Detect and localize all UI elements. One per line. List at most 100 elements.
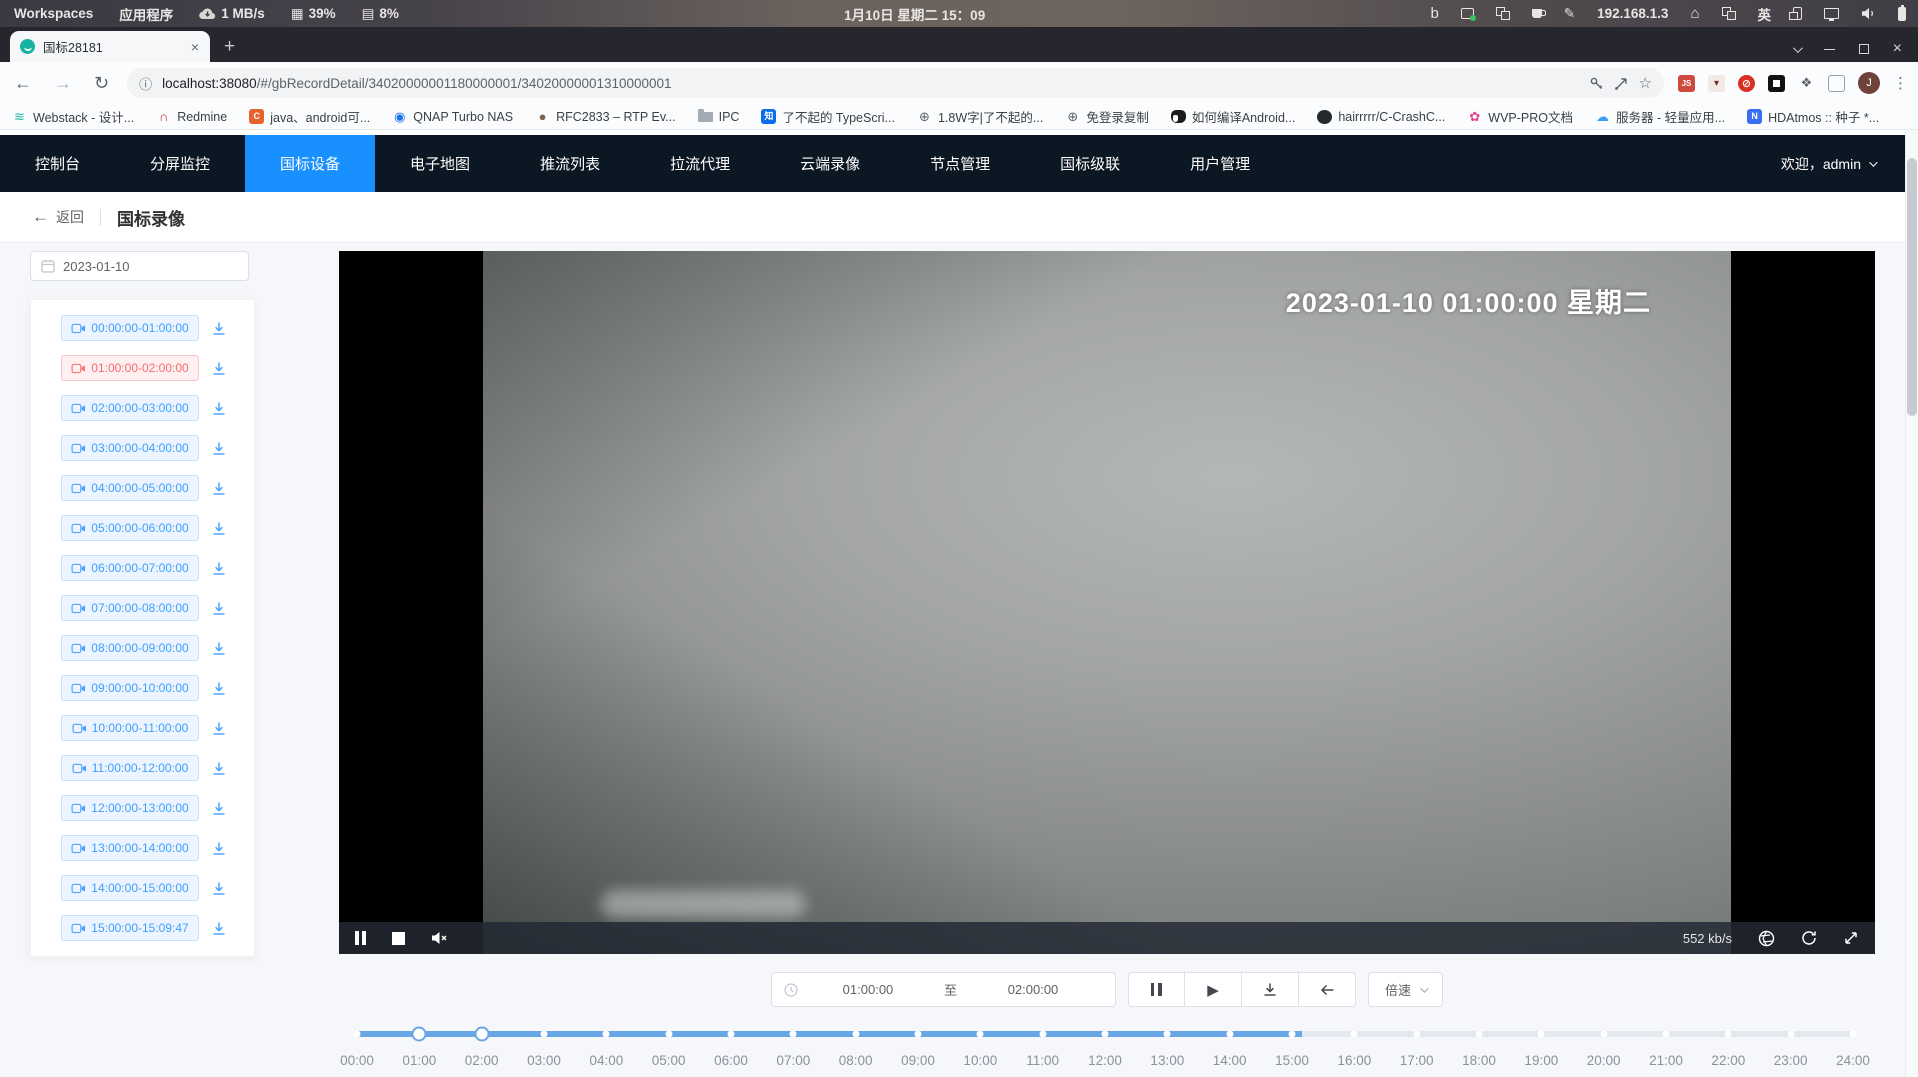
recording-download-button[interactable] (211, 481, 227, 496)
bookmark-item[interactable]: ● RFC2833 – RTP Ev... (535, 109, 676, 124)
extension-frame-icon[interactable] (1828, 75, 1845, 92)
extension-js-icon[interactable]: JS (1678, 75, 1695, 92)
player-mute-button[interactable] (431, 931, 448, 945)
playback-speed-dropdown[interactable]: 倍速 (1368, 972, 1443, 1007)
extension-flask-icon[interactable]: ▾ (1708, 75, 1725, 92)
share-icon[interactable] (1614, 76, 1629, 91)
extension-adblock-icon[interactable]: ⊘ (1738, 75, 1755, 92)
recording-range-button[interactable]: 09:00:00-10:00:00 (61, 675, 199, 701)
tray-home-icon[interactable]: ⌂ (1690, 5, 1699, 22)
tray-display-icon[interactable] (1824, 8, 1839, 19)
recording-download-button[interactable] (211, 881, 227, 896)
play-button[interactable]: ▶ (1185, 972, 1242, 1007)
tray-volume-icon[interactable] (1861, 7, 1876, 20)
new-tab-button[interactable]: + (210, 36, 249, 62)
nav-menu-item[interactable]: 云端录像 (765, 135, 895, 192)
recording-range-button[interactable]: 01:00:00-02:00:00 (61, 355, 199, 381)
bookmark-item[interactable]: ✿ WVP-PRO文档 (1467, 107, 1573, 126)
recording-download-button[interactable] (211, 521, 227, 536)
recording-range-button[interactable]: 05:00:00-06:00:00 (61, 515, 199, 541)
bookmark-item[interactable]: IPC (698, 110, 740, 124)
recording-range-button[interactable]: 12:00:00-13:00:00 (61, 795, 199, 821)
tray-windows-icon[interactable] (1722, 7, 1736, 20)
player-refresh-button[interactable] (1801, 930, 1817, 946)
video-player[interactable]: 2023-01-10 01:00:00 星期二 552 kb/s (339, 251, 1875, 954)
recording-range-button[interactable]: 00:00:00-01:00:00 (61, 315, 199, 341)
bookmark-item[interactable]: ⊕ 1.8W字|了不起的... (917, 107, 1043, 126)
bookmark-item[interactable]: 知 了不起的 TypeScri... (761, 107, 895, 126)
address-bar[interactable]: ⓘ localhost:38080/#/gbRecordDetail/34020… (127, 68, 1664, 98)
bookmark-item[interactable]: N HDAtmos :: 种子 *... (1747, 107, 1879, 126)
profile-avatar[interactable]: J (1858, 72, 1880, 94)
window-minimize-button[interactable] (1824, 49, 1835, 50)
recording-download-button[interactable] (211, 601, 227, 616)
bookmark-item[interactable]: ⊕ 免登录复制 (1065, 107, 1149, 126)
browser-reload-button[interactable]: ↻ (90, 73, 113, 94)
recording-range-button[interactable]: 13:00:00-14:00:00 (61, 835, 199, 861)
bookmark-item[interactable]: ◉ QNAP Turbo NAS (392, 109, 513, 124)
tray-battery-icon[interactable] (1898, 7, 1906, 21)
bookmark-item[interactable]: ≋ Webstack - 设计... (12, 107, 134, 126)
recording-range-button[interactable]: 06:00:00-07:00:00 (61, 555, 199, 581)
recording-download-button[interactable] (211, 641, 227, 656)
back-arrow-icon[interactable]: ← (32, 207, 49, 227)
start-time-value[interactable]: 01:00:00 (798, 982, 938, 997)
date-picker-input[interactable]: 2023-01-10 (30, 251, 249, 281)
recording-range-button[interactable]: 08:00:00-09:00:00 (61, 635, 199, 661)
fullscreen-button[interactable] (1843, 930, 1859, 946)
recording-download-button[interactable] (211, 841, 227, 856)
player-pause-button[interactable] (355, 931, 366, 945)
window-restore-button[interactable] (1859, 44, 1869, 54)
bookmark-star-icon[interactable]: ☆ (1639, 74, 1652, 92)
nav-menu-item[interactable]: 拉流代理 (635, 135, 765, 192)
end-time-value[interactable]: 02:00:00 (963, 982, 1103, 997)
recording-download-button[interactable] (211, 801, 227, 816)
recording-download-button[interactable] (211, 761, 227, 776)
system-clock[interactable]: 1月10日 星期二 15：09 (399, 4, 1431, 24)
time-range-input[interactable]: 01:00:00 至 02:00:00 (771, 972, 1116, 1007)
nav-menu-item[interactable]: 分屏监控 (115, 135, 245, 192)
recording-download-button[interactable] (211, 321, 227, 336)
user-menu[interactable]: 欢迎，admin (1781, 154, 1905, 174)
extensions-puzzle-icon[interactable]: ❖ (1798, 75, 1815, 92)
seek-back-button[interactable] (1299, 972, 1356, 1007)
browser-forward-button[interactable]: → (50, 73, 76, 94)
recording-range-button[interactable]: 15:00:00-15:09:47 (61, 915, 199, 941)
recording-download-button[interactable] (211, 561, 227, 576)
recording-range-button[interactable]: 04:00:00-05:00:00 (61, 475, 199, 501)
tray-caffeine-icon[interactable] (1532, 9, 1542, 18)
scrollbar-thumb[interactable] (1907, 158, 1917, 416)
tray-ip-address[interactable]: 192.168.1.3 (1597, 6, 1668, 21)
browser-menu-icon[interactable]: ⋮ (1893, 74, 1908, 92)
player-stop-button[interactable] (392, 932, 405, 945)
snapshot-button[interactable] (1758, 930, 1775, 947)
timeline-track[interactable] (357, 1031, 1853, 1037)
recording-download-button[interactable] (211, 401, 227, 416)
browser-tab[interactable]: 国标28181 × (10, 31, 210, 62)
back-button[interactable]: 返回 (56, 207, 84, 227)
recording-range-button[interactable]: 07:00:00-08:00:00 (61, 595, 199, 621)
tray-messenger-icon[interactable] (1461, 8, 1474, 19)
tab-close-icon[interactable]: × (188, 39, 202, 55)
recording-range-button[interactable]: 10:00:00-11:00:00 (61, 715, 199, 741)
nav-menu-item[interactable]: 国标级联 (1025, 135, 1155, 192)
timeline-handle[interactable] (412, 1027, 427, 1042)
nav-menu-item[interactable]: 用户管理 (1155, 135, 1285, 192)
tab-search-chevron-icon[interactable] (1793, 43, 1803, 53)
workspaces-button[interactable]: Workspaces (14, 6, 93, 21)
nav-menu-item[interactable]: 电子地图 (375, 135, 505, 192)
nav-menu-item[interactable]: 推流列表 (505, 135, 635, 192)
recording-range-button[interactable]: 14:00:00-15:00:00 (61, 875, 199, 901)
page-info-icon[interactable]: ⓘ (139, 74, 152, 93)
recording-download-button[interactable] (211, 721, 227, 736)
tray-phone-link-icon[interactable] (1793, 7, 1802, 20)
pause-button[interactable] (1128, 972, 1185, 1007)
recording-download-button[interactable] (211, 441, 227, 456)
browser-back-button[interactable]: ← (10, 73, 36, 94)
page-scrollbar[interactable] (1905, 130, 1918, 1077)
timeline-handle[interactable] (474, 1027, 489, 1042)
recording-range-button[interactable]: 11:00:00-12:00:00 (61, 755, 199, 781)
tray-app-b-icon[interactable]: b (1430, 5, 1438, 22)
applications-menu[interactable]: 应用程序 (119, 4, 173, 24)
nav-menu-item[interactable]: 节点管理 (895, 135, 1025, 192)
